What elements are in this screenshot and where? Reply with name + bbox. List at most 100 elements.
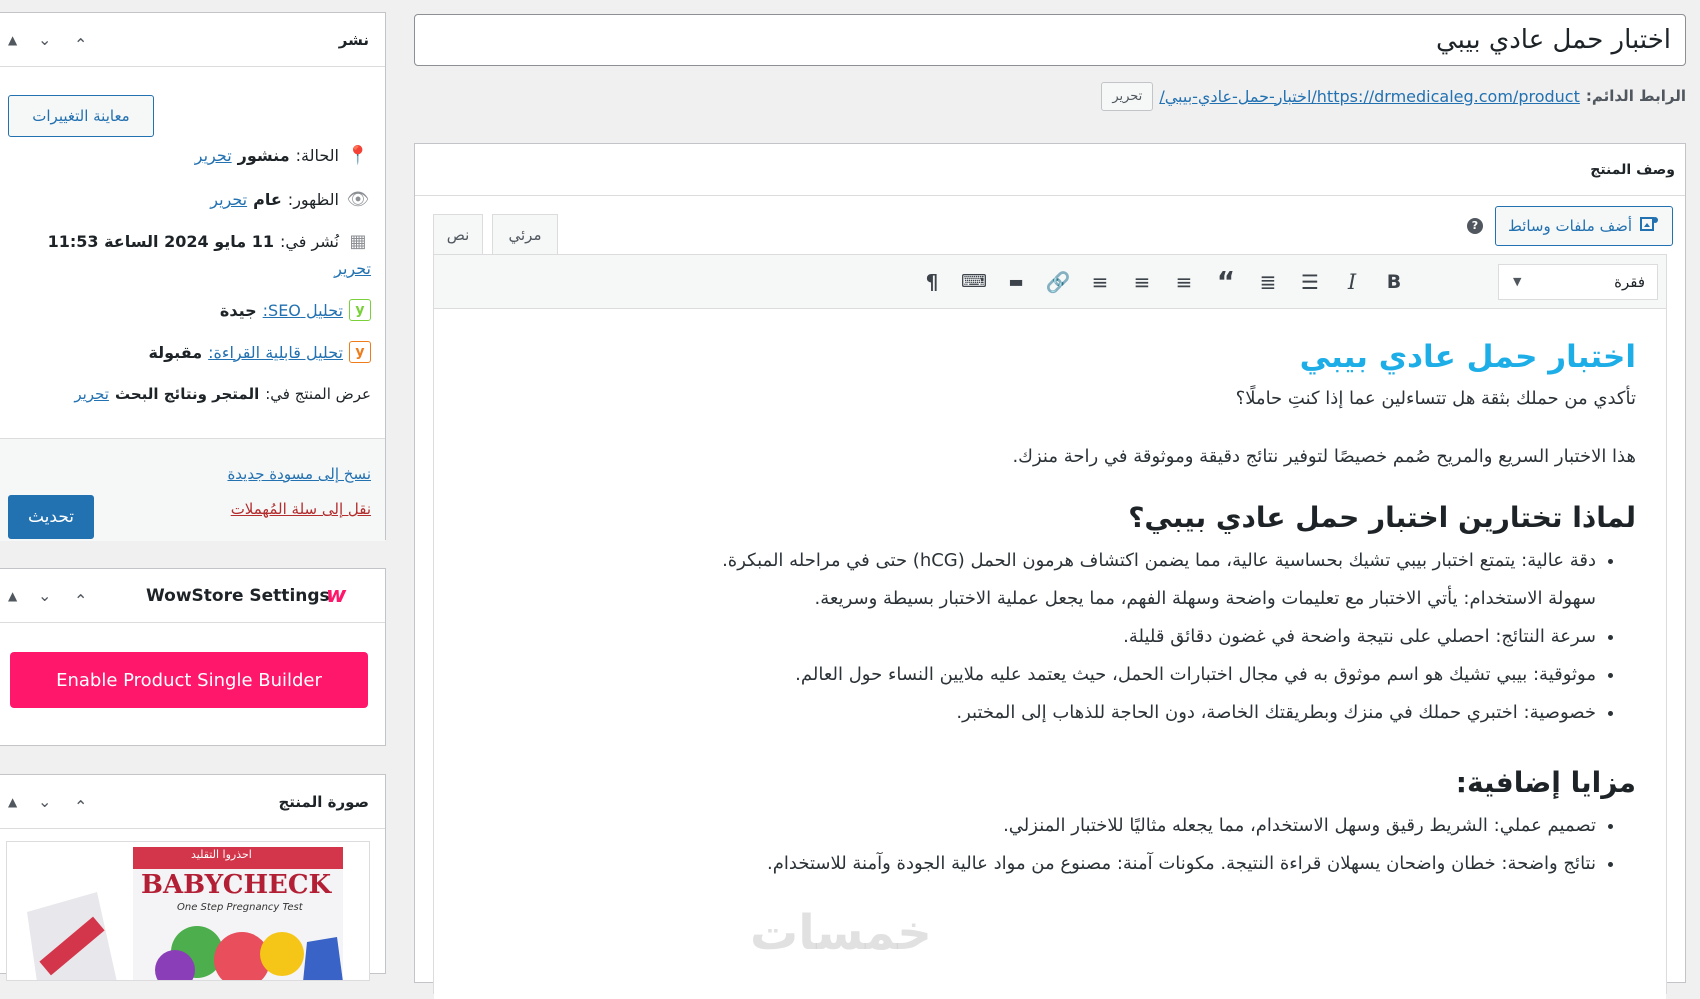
permalink-label: الرابط الدائم:: [1585, 87, 1686, 105]
catalog-edit-link[interactable]: تحرير: [74, 385, 109, 403]
editor-content[interactable]: اختبار حمل عادي بيبي تأكدي من حملك بثقة …: [434, 309, 1666, 999]
permalink-link[interactable]: https://drmedicaleg.com/product/اختبار-ح…: [1159, 87, 1580, 106]
eye-icon: 👁: [346, 189, 370, 210]
status-row: 📍 الحالة: منشور تحرير: [195, 145, 371, 166]
main-editor-column: اختبار حمل عادي بيبي الرابط الدائم: http…: [414, 0, 1686, 999]
published-value: 11 مايو 2024 الساعة 11:53: [47, 232, 274, 251]
catalog-label: عرض المنتج في:: [265, 385, 371, 403]
link-icon[interactable]: 🔗: [1043, 267, 1073, 297]
list-item: نتائج واضحة: خطان واضحان يسهلان قراءة ال…: [464, 845, 1596, 883]
product-image[interactable]: احذروا التقليد BABYCHECK One Step Pregna…: [6, 841, 370, 981]
list-item: موثوقية: بيبي تشيك هو اسم موثوق به في مج…: [464, 656, 1596, 694]
status-label: الحالة:: [295, 146, 339, 165]
readability-value: مقبولة: [148, 342, 203, 362]
triangle-up-icon[interactable]: ▲: [8, 795, 17, 809]
yoast-seo-icon: y: [349, 299, 371, 321]
numbered-list-icon[interactable]: ≣: [1253, 267, 1283, 297]
read-more-icon[interactable]: ▬: [1001, 267, 1031, 297]
bold-icon[interactable]: B: [1379, 267, 1409, 297]
paragraph-direction-icon[interactable]: ¶: [917, 267, 947, 297]
publish-box: ▲ ⌄ ⌃ نشر معاينة التغييرات 📍 الحالة: منش…: [0, 12, 386, 541]
copy-to-draft-link[interactable]: نسخ إلى مسودة جديدة: [227, 465, 371, 483]
visibility-row: 👁 الظهور: عام تحرير: [210, 189, 371, 210]
blockquote-icon[interactable]: “: [1211, 267, 1241, 297]
permalink-row: الرابط الدائم: https://drmedicaleg.com/p…: [1101, 78, 1686, 114]
extra-heading: مزايا إضافية:: [1455, 766, 1636, 799]
keyboard-icon[interactable]: ⌨: [959, 267, 989, 297]
seo-value: جيدة: [219, 300, 257, 320]
content-paragraph: هذا الاختبار السريع والمريح صُمم خصيصًا …: [1012, 446, 1636, 467]
wowstore-box-header: ▲ ⌄ ⌃ WowStore Settings w: [0, 569, 385, 623]
list-item: تصميم عملي: الشريط رقيق وسهل الاستخدام، …: [464, 807, 1596, 845]
list-item: دقة عالية: يتمتع اختبار بيبي تشيك بحساسي…: [464, 542, 1596, 580]
chevron-down-icon: ▼: [1513, 275, 1522, 288]
add-media-label: أضف ملفات وسائط: [1507, 217, 1632, 235]
chevron-up-icon[interactable]: ⌃: [74, 591, 87, 610]
update-button[interactable]: تحديث: [8, 495, 94, 539]
why-list: دقة عالية: يتمتع اختبار بيبي تشيك بحساسي…: [464, 542, 1636, 732]
package-brand-text: BABYCHECK: [141, 870, 332, 900]
package-top-text: احذروا التقليد: [191, 848, 252, 861]
extra-list: تصميم عملي: الشريط رقيق وسهل الاستخدام، …: [464, 807, 1636, 883]
yoast-readability-icon: y: [349, 341, 371, 363]
add-media-button[interactable]: أضف ملفات وسائط: [1494, 206, 1673, 246]
bullet-list-icon[interactable]: ☰: [1295, 267, 1325, 297]
content-heading: اختبار حمل عادي بيبي: [1299, 339, 1636, 375]
add-media-icon: [1640, 215, 1660, 238]
wowstore-logo-icon: w: [326, 583, 347, 608]
paragraph-format-select[interactable]: فقرة ▼: [1498, 264, 1658, 300]
editor-toolbar: فقرة ▼ B I ☰ ≣ “ ≡ ≡ ≡ 🔗 ▬ ⌨ ¶: [434, 255, 1666, 309]
tab-visual[interactable]: مرئي: [492, 214, 558, 254]
list-item: خصوصية: اختبري حملك في منزك وبطريقتك الخ…: [464, 694, 1596, 732]
permalink-edit-button[interactable]: تحرير: [1101, 81, 1154, 111]
status-edit-link[interactable]: تحرير: [195, 146, 232, 165]
chevron-down-icon[interactable]: ⌄: [38, 586, 51, 605]
catalog-value: المتجر ونتائج البحث: [114, 385, 260, 403]
italic-icon[interactable]: I: [1337, 267, 1367, 297]
why-heading: لماذا تختارين اختبار حمل عادي بيبي؟: [1128, 501, 1636, 534]
product-image-header: ▲ ⌄ ⌃ صورة المنتج: [0, 775, 385, 829]
chevron-up-icon[interactable]: ⌃: [74, 797, 87, 816]
wowstore-settings-box: ▲ ⌄ ⌃ WowStore Settings w Enable Product…: [0, 568, 386, 746]
published-edit-link[interactable]: تحرير: [334, 259, 371, 278]
published-label: نُشر في:: [279, 232, 339, 251]
tab-text[interactable]: نص: [433, 214, 483, 254]
editor-frame: فقرة ▼ B I ☰ ≣ “ ≡ ≡ ≡ 🔗 ▬ ⌨ ¶ اختبار حم…: [433, 254, 1667, 999]
product-image-title: صورة المنتج: [278, 793, 370, 811]
chevron-down-icon[interactable]: ⌄: [38, 792, 51, 811]
chevron-down-icon[interactable]: ⌄: [38, 30, 51, 49]
published-edit-row: تحرير: [334, 259, 371, 278]
calendar-icon: ▦: [349, 231, 367, 252]
content-intro: تأكدي من حملك بثقة هل تتساءلين عما إذا ك…: [1235, 388, 1636, 409]
chevron-up-icon[interactable]: ⌃: [74, 35, 87, 54]
visibility-label: الظهور:: [287, 190, 339, 209]
seo-row: y تحليل SEO: جيدة: [220, 299, 371, 321]
help-icon[interactable]: ?: [1467, 218, 1483, 234]
catalog-visibility-row: عرض المنتج في: المتجر ونتائج البحث تحرير: [74, 385, 371, 403]
readability-row: y تحليل قابلية القراءة: مقبولة: [148, 341, 371, 363]
triangle-up-icon[interactable]: ▲: [8, 33, 17, 47]
visibility-edit-link[interactable]: تحرير: [210, 190, 247, 209]
readability-analysis-link[interactable]: تحليل قابلية القراءة:: [208, 343, 343, 362]
pin-icon: 📍: [346, 145, 370, 166]
publish-box-header: ▲ ⌄ ⌃ نشر: [0, 13, 385, 67]
triangle-up-icon[interactable]: ▲: [8, 589, 17, 603]
publish-actions: نسخ إلى مسودة جديدة نقل إلى سلة المُهملا…: [0, 438, 385, 541]
seo-analysis-link[interactable]: تحليل SEO:: [263, 301, 343, 320]
format-select-value: فقرة: [1614, 273, 1645, 291]
align-center-icon[interactable]: ≡: [1127, 267, 1157, 297]
align-right-icon[interactable]: ≡: [1085, 267, 1115, 297]
publish-box-title: نشر: [338, 31, 369, 49]
align-left-icon[interactable]: ≡: [1169, 267, 1199, 297]
product-description-box: وصف المنتج أضف ملفات وسائط ? نص مرئي فقر…: [414, 143, 1686, 999]
preview-changes-button[interactable]: معاينة التغييرات: [8, 95, 154, 137]
wowstore-title: WowStore Settings: [146, 586, 330, 606]
move-to-trash-link[interactable]: نقل إلى سلة المُهملات: [231, 500, 371, 518]
enable-product-builder-button[interactable]: Enable Product Single Builder: [10, 652, 368, 708]
post-title-input[interactable]: اختبار حمل عادي بيبي: [414, 14, 1686, 66]
list-item: سرعة النتائج: احصلي على نتيجة واضحة في غ…: [464, 618, 1596, 656]
watermark: خمسات: [750, 905, 932, 961]
visibility-value: عام: [253, 190, 282, 209]
description-box-title: وصف المنتج: [415, 144, 1685, 196]
product-image-box: ▲ ⌄ ⌃ صورة المنتج احذروا التقليد BABYCHE…: [0, 774, 386, 981]
